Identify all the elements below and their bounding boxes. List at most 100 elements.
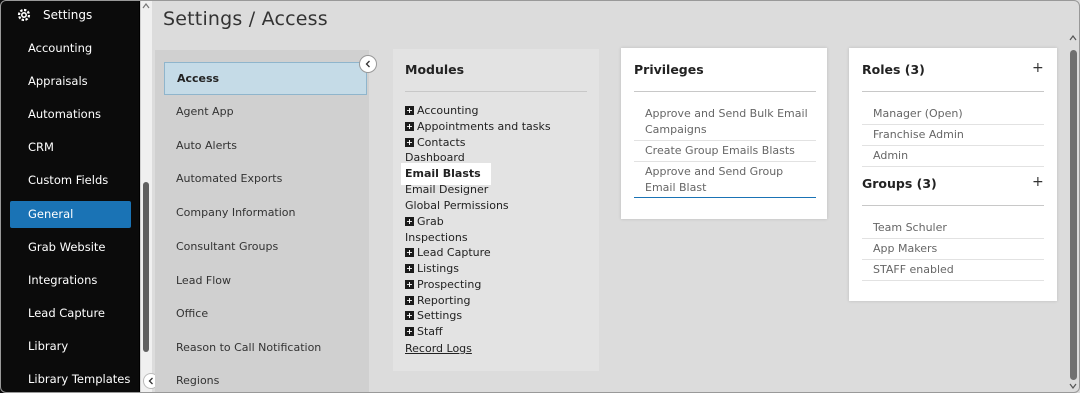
- divider: [634, 91, 816, 92]
- expand-plus-icon[interactable]: +: [405, 311, 414, 320]
- module-item-lead-capture[interactable]: + Lead Capture: [405, 246, 491, 259]
- module-item-dashboard[interactable]: Dashboard: [405, 151, 465, 164]
- module-label: Settings: [417, 309, 463, 322]
- module-label: Staff: [417, 325, 443, 338]
- group-item[interactable]: Team Schuler: [873, 221, 947, 234]
- divider: [862, 91, 1044, 92]
- module-item-appointments[interactable]: + Appointments and tasks: [405, 120, 551, 133]
- privilege-label: Email Blast: [645, 181, 707, 194]
- module-item-reporting[interactable]: + Reporting: [405, 294, 470, 307]
- privilege-item[interactable]: Approve and Send Bulk Email Campaigns: [645, 106, 808, 138]
- module-label: Prospecting: [417, 278, 482, 291]
- sidebar-item-appraisals[interactable]: Appraisals: [28, 74, 88, 88]
- add-group-button[interactable]: +: [1032, 174, 1044, 190]
- sidebar-item-crm[interactable]: CRM: [28, 140, 54, 154]
- role-item[interactable]: Franchise Admin: [873, 128, 964, 141]
- module-item-staff[interactable]: + Staff: [405, 325, 443, 338]
- subnav-item-reason-to-call[interactable]: Reason to Call Notification: [164, 331, 367, 364]
- expand-plus-icon[interactable]: +: [405, 106, 414, 115]
- sidebar-header: Settings: [0, 0, 140, 30]
- sidebar-item-library[interactable]: Library: [28, 339, 68, 353]
- group-item[interactable]: STAFF enabled: [873, 263, 954, 276]
- module-label: Appointments and tasks: [417, 120, 551, 133]
- divider: [862, 205, 1044, 206]
- scroll-up-icon[interactable]: [142, 2, 150, 10]
- module-label: Global Permissions: [405, 199, 509, 212]
- scroll-down-icon[interactable]: [1069, 382, 1077, 390]
- expand-plus-icon[interactable]: +: [405, 138, 414, 147]
- add-role-button[interactable]: +: [1032, 60, 1044, 76]
- divider: [862, 259, 1044, 260]
- subnav-item-regions[interactable]: Regions: [164, 364, 367, 393]
- module-label: Lead Capture: [417, 246, 491, 259]
- sidebar-item-custom-fields[interactable]: Custom Fields: [28, 173, 108, 187]
- role-item[interactable]: Manager (Open): [873, 107, 963, 120]
- page-title: Settings / Access: [163, 8, 328, 30]
- module-item-prospecting[interactable]: + Prospecting: [405, 278, 481, 291]
- module-item-inspections[interactable]: Inspections: [405, 231, 468, 244]
- module-item-settings[interactable]: + Settings: [405, 309, 462, 322]
- module-item-accounting[interactable]: + Accounting: [405, 104, 478, 117]
- divider: [862, 166, 1044, 167]
- module-item-email-blasts[interactable]: Email Blasts: [405, 167, 481, 180]
- subnav-item-automated-exports[interactable]: Automated Exports: [164, 162, 367, 195]
- module-item-contacts[interactable]: + Contacts: [405, 136, 466, 149]
- module-item-email-designer[interactable]: Email Designer: [405, 183, 488, 196]
- subnav-item-lead-flow[interactable]: Lead Flow: [164, 264, 367, 297]
- expand-plus-icon[interactable]: +: [405, 327, 414, 336]
- module-item-listings[interactable]: + Listings: [405, 262, 459, 275]
- expand-plus-icon[interactable]: +: [405, 280, 414, 289]
- role-item[interactable]: Admin: [873, 149, 908, 162]
- sidebar-item-automations[interactable]: Automations: [28, 107, 101, 121]
- privilege-label: Approve and Send Bulk Email: [645, 107, 808, 120]
- chevron-left-icon: [365, 60, 370, 68]
- sidebar-title: Settings: [43, 8, 93, 22]
- subnav-item-company-information[interactable]: Company Information: [164, 196, 367, 229]
- expand-plus-icon[interactable]: +: [405, 296, 414, 305]
- expand-plus-icon[interactable]: +: [405, 122, 414, 131]
- gear-icon: [17, 8, 31, 22]
- subnav-item-consultant-groups[interactable]: Consultant Groups: [164, 230, 367, 263]
- module-label: Email Blasts: [405, 167, 481, 180]
- privileges-title: Privileges: [634, 62, 704, 77]
- expand-plus-icon[interactable]: +: [405, 248, 414, 257]
- subnav-item-auto-alerts[interactable]: Auto Alerts: [164, 129, 367, 162]
- module-item-grab[interactable]: + Grab: [405, 215, 444, 228]
- chevron-left-icon: [148, 377, 153, 385]
- module-item-global-permissions[interactable]: Global Permissions: [405, 199, 509, 212]
- module-label: Listings: [417, 262, 459, 275]
- expand-plus-icon[interactable]: +: [405, 264, 414, 273]
- sidebar-item-general[interactable]: General: [28, 207, 73, 221]
- privilege-item-selected[interactable]: Approve and Send Group Email Blast: [645, 164, 783, 196]
- privilege-item[interactable]: Create Group Emails Blasts: [645, 143, 795, 159]
- module-label: Email Designer: [405, 183, 489, 196]
- module-label: Reporting: [417, 294, 471, 307]
- divider: [862, 124, 1044, 125]
- subnav-item-access[interactable]: Access: [164, 62, 367, 95]
- privilege-label: Campaigns: [645, 123, 707, 136]
- privilege-label: Create Group Emails Blasts: [645, 144, 795, 157]
- expand-plus-icon[interactable]: +: [405, 217, 414, 226]
- divider: [862, 238, 1044, 239]
- sidebar-item-library-templates[interactable]: Library Templates: [28, 372, 130, 386]
- module-label: Inspections: [405, 231, 468, 244]
- sidebar-item-accounting[interactable]: Accounting: [28, 41, 92, 55]
- main-scroll-thumb[interactable]: [1070, 50, 1077, 380]
- subnav-item-office[interactable]: Office: [164, 297, 367, 330]
- settings-subnav: Access Agent App Auto Alerts Automated E…: [155, 50, 369, 393]
- module-label: Grab: [417, 215, 444, 228]
- settings-sidebar: Settings Accounting Appraisals Automatio…: [0, 0, 140, 393]
- modules-title: Modules: [405, 62, 465, 77]
- sidebar-item-integrations[interactable]: Integrations: [28, 273, 97, 287]
- sidebar-item-lead-capture[interactable]: Lead Capture: [28, 306, 105, 320]
- selected-underline: [634, 197, 816, 198]
- sidebar-scroll-thumb[interactable]: [143, 182, 149, 352]
- subnav-item-agent-app[interactable]: Agent App: [164, 95, 367, 128]
- record-logs-link[interactable]: Record Logs: [405, 342, 472, 355]
- scroll-up-icon[interactable]: [1069, 34, 1077, 42]
- group-item[interactable]: App Makers: [873, 242, 937, 255]
- divider: [634, 140, 816, 141]
- subnav-collapse-button[interactable]: [359, 55, 377, 73]
- privilege-label: Approve and Send Group: [645, 165, 784, 178]
- sidebar-item-grab-website[interactable]: Grab Website: [28, 240, 106, 254]
